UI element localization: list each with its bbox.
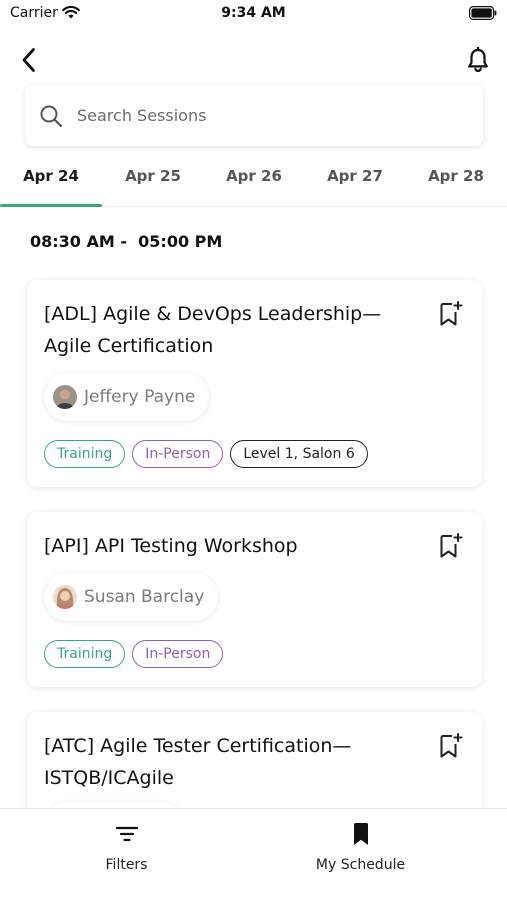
tab-apr-27[interactable]: Apr 27 — [304, 156, 406, 196]
speaker-avatar — [53, 585, 77, 609]
filters-button[interactable]: Filters — [0, 809, 253, 900]
tag-row: Training In-Person Level 1, Salon 6 — [44, 440, 368, 468]
notifications-button[interactable] — [463, 44, 493, 76]
bookmark-icon — [234, 821, 487, 847]
tab-apr-25[interactable]: Apr 25 — [102, 156, 204, 196]
session-card[interactable]: [API] API Testing Workshop Susan Barclay… — [27, 512, 482, 687]
time-range-header: 08:30 AM - 05:00 PM — [30, 232, 223, 251]
bottom-nav: Filters My Schedule — [0, 808, 507, 900]
speaker-avatar — [53, 385, 77, 409]
tag-row: Training In-Person — [44, 640, 224, 668]
bookmark-add-icon — [440, 733, 463, 758]
tab-apr-28[interactable]: Apr 28 — [405, 156, 507, 196]
my-schedule-label: My Schedule — [315, 857, 406, 873]
tag-training: Training — [44, 440, 126, 468]
speaker-chip[interactable]: Jeffery Payne — [44, 373, 210, 421]
session-title: [API] API Testing Workshop — [44, 535, 298, 557]
speaker-chip[interactable]: Susan Barclay — [44, 573, 219, 621]
bookmark-add-button[interactable] — [438, 532, 464, 560]
nav-bar — [0, 40, 507, 80]
search-icon — [37, 102, 65, 130]
bookmark-add-icon — [440, 533, 463, 558]
bell-icon — [468, 47, 488, 72]
back-button[interactable] — [14, 44, 44, 76]
my-schedule-button[interactable]: My Schedule — [234, 809, 487, 900]
status-time: 9:34 AM — [221, 5, 286, 21]
tag-in-person: In-Person — [132, 640, 224, 668]
bookmark-add-button[interactable] — [438, 300, 464, 328]
tag-location: Level 1, Salon 6 — [230, 440, 368, 468]
session-title: [ADL] Agile & DevOps Leadership—Agile Ce… — [44, 303, 382, 357]
tag-in-person: In-Person — [132, 440, 224, 468]
speaker-name: Susan Barclay — [84, 587, 205, 607]
chevron-left-icon — [22, 48, 35, 72]
search-bar[interactable] — [25, 85, 483, 146]
speaker-name: Jeffery Payne — [84, 387, 196, 407]
status-bar: Carrier 9:34 AM — [0, 0, 507, 28]
battery-icon — [469, 6, 497, 20]
tab-apr-26[interactable]: Apr 26 — [203, 156, 305, 196]
filters-label: Filters — [105, 857, 148, 873]
search-input[interactable] — [77, 106, 437, 125]
tab-apr-24[interactable]: Apr 24 — [0, 156, 102, 196]
bookmark-add-button[interactable] — [438, 732, 464, 760]
tag-training: Training — [44, 640, 126, 668]
active-tab-indicator — [0, 204, 102, 207]
date-tabs: Apr 24 Apr 25 Apr 26 Apr 27 Apr 28 — [0, 156, 507, 208]
bookmark-add-icon — [440, 301, 463, 326]
session-card[interactable]: [ADL] Agile & DevOps Leadership—Agile Ce… — [27, 280, 482, 487]
session-title: [ATC] Agile Tester Certification—ISTQB/I… — [44, 735, 352, 789]
filter-icon — [0, 821, 253, 847]
